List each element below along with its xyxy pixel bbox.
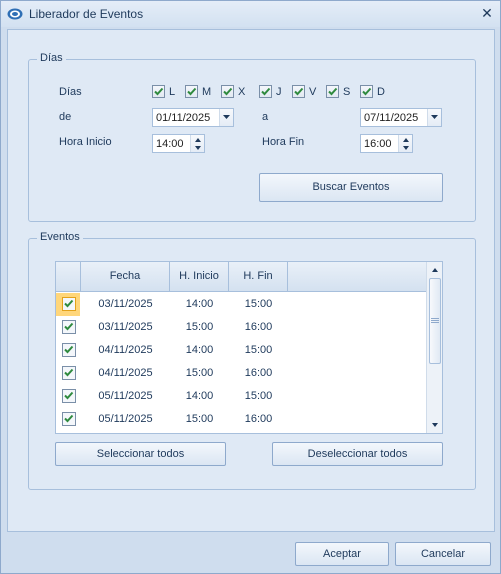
day-checkbox-label[interactable]: J [276, 86, 282, 98]
from-date-picker[interactable]: 01/11/2025 [152, 108, 234, 127]
column-header-inicio[interactable]: H. Inicio [170, 262, 229, 291]
close-button[interactable]: ✕ [479, 5, 495, 21]
cell-fin: 16:00 [244, 367, 273, 379]
to-date-value: 07/11/2025 [364, 112, 419, 124]
cell-inicio: 15:00 [185, 367, 214, 379]
from-date-value: 01/11/2025 [156, 112, 211, 124]
end-time-spinner[interactable]: 16:00 [360, 134, 413, 153]
day-checkbox-s[interactable] [326, 85, 339, 98]
table-row[interactable]: 05/11/2025 14:00 15:00 [56, 385, 426, 408]
row-checkbox[interactable] [62, 433, 76, 434]
scrollbar-thumb[interactable] [429, 278, 441, 364]
row-checkbox[interactable] [62, 366, 76, 380]
scroll-up-icon[interactable] [430, 265, 440, 275]
spin-up-icon[interactable] [194, 136, 202, 144]
app-icon [7, 7, 23, 21]
dias-group-title: Días [37, 52, 66, 64]
end-time-value: 16:00 [364, 138, 392, 150]
spinner-buttons[interactable] [190, 135, 204, 152]
spin-down-icon[interactable] [194, 144, 202, 152]
row-checkbox[interactable] [62, 343, 76, 357]
client-area: Días Días L M X J V S D de 01/11/2025 a 07/11/… [7, 29, 495, 532]
cell-inicio: 14:00 [185, 390, 214, 402]
cell-inicio: 14:00 [185, 344, 214, 356]
to-date-label: a [262, 111, 269, 123]
end-time-label: Hora Fin [262, 136, 305, 148]
table-row[interactable]: 03/11/2025 14:00 15:00 [56, 293, 426, 316]
to-date-picker[interactable]: 07/11/2025 [360, 108, 442, 127]
eventos-group-title: Eventos [37, 231, 83, 243]
title-bar[interactable]: Liberador de Eventos ✕ [1, 1, 500, 27]
cell-inicio: 15:00 [185, 321, 214, 333]
day-checkbox-d[interactable] [360, 85, 373, 98]
dialog-window: Liberador de Eventos ✕ Días Días LMXJVSD… [0, 0, 501, 574]
day-checkbox-label[interactable]: X [238, 86, 245, 98]
from-date-label: de [59, 111, 72, 123]
cell-inicio: 14:00 [185, 298, 214, 310]
day-checkbox-label[interactable]: S [343, 86, 350, 98]
day-checkbox-label[interactable]: D [377, 86, 385, 98]
start-time-label: Hora Inicio [59, 136, 112, 148]
cell-fecha: 04/11/2025 [98, 367, 153, 379]
search-events-button[interactable]: Buscar Eventos [259, 173, 443, 202]
table-row[interactable]: 05/11/2025 15:00 16:00 [56, 408, 426, 431]
start-time-spinner[interactable]: 14:00 [152, 134, 205, 153]
select-all-button[interactable]: Seleccionar todos [55, 442, 226, 466]
column-header-fin[interactable]: H. Fin [229, 262, 288, 291]
days-label: Días [59, 86, 82, 98]
cell-fin: 16:00 [244, 321, 273, 333]
spin-down-icon[interactable] [402, 144, 410, 152]
day-checkbox-m[interactable] [185, 85, 198, 98]
accept-button[interactable]: Aceptar [295, 542, 389, 566]
grid-header: Fecha H. Inicio H. Fin [56, 262, 426, 292]
column-header-select[interactable] [56, 262, 81, 291]
row-checkbox[interactable] [62, 297, 76, 311]
table-row[interactable]: 04/11/2025 14:00 15:00 [56, 339, 426, 362]
day-checkbox-label[interactable]: M [202, 86, 211, 98]
day-checkbox-label[interactable]: V [309, 86, 316, 98]
cell-fecha: 04/11/2025 [98, 344, 153, 356]
table-row[interactable]: 04/11/2025 15:00 16:00 [56, 362, 426, 385]
cell-fin: 15:00 [244, 298, 273, 310]
cell-fecha: 05/11/2025 [98, 390, 153, 402]
cell-fin: 15:00 [244, 344, 273, 356]
spin-up-icon[interactable] [402, 136, 410, 144]
scroll-down-icon[interactable] [430, 420, 440, 430]
chevron-down-icon[interactable] [427, 109, 441, 126]
day-checkbox-x[interactable] [221, 85, 234, 98]
events-grid[interactable]: Fecha H. Inicio H. Fin 03/11/2025 14:00 15… [55, 261, 443, 434]
cell-fecha: 05/11/2025 [98, 413, 153, 425]
column-header-fecha[interactable]: Fecha [81, 262, 170, 291]
day-checkbox-l[interactable] [152, 85, 165, 98]
row-checkbox[interactable] [62, 389, 76, 403]
dias-group: Días Días L M X J V S D de 01/11/2025 a 07/11/… [28, 52, 476, 222]
table-row-partial[interactable] [56, 431, 426, 434]
cell-fecha: 03/11/2025 [98, 298, 153, 310]
chevron-down-icon[interactable] [219, 109, 233, 126]
day-checkbox-v[interactable] [292, 85, 305, 98]
cell-fin: 15:00 [244, 390, 273, 402]
cell-inicio: 15:00 [185, 413, 214, 425]
spinner-buttons[interactable] [398, 135, 412, 152]
row-checkbox[interactable] [62, 412, 76, 426]
vertical-scrollbar[interactable] [426, 262, 442, 433]
table-row[interactable]: 03/11/2025 15:00 16:00 [56, 316, 426, 339]
row-checkbox[interactable] [62, 320, 76, 334]
start-time-value: 14:00 [156, 138, 184, 150]
cell-fin: 16:00 [244, 413, 273, 425]
cell-fecha: 03/11/2025 [98, 321, 153, 333]
day-checkbox-j[interactable] [259, 85, 272, 98]
deselect-all-button[interactable]: Deseleccionar todos [272, 442, 443, 466]
day-checkbox-label[interactable]: L [169, 86, 175, 98]
window-title: Liberador de Eventos [29, 7, 144, 21]
cancel-button[interactable]: Cancelar [395, 542, 491, 566]
